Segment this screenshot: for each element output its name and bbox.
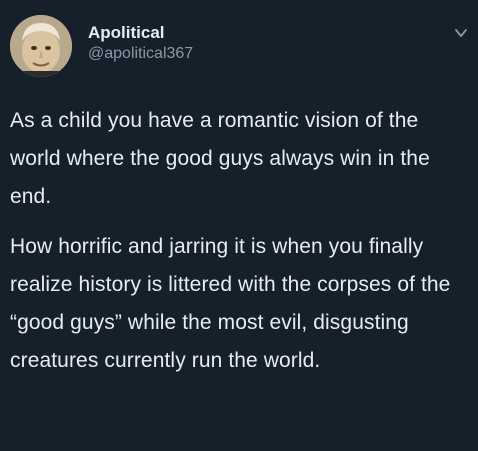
author-names: Apolitical @apolitical367 — [88, 22, 193, 64]
tweet-header: Apolitical @apolitical367 — [10, 12, 468, 80]
tweet-body: As a child you have a romantic vision of… — [10, 102, 468, 380]
tweet-card: Apolitical @apolitical367 As a child you… — [0, 0, 478, 451]
chevron-down-icon[interactable] — [454, 26, 468, 40]
tweet-paragraph: As a child you have a romantic vision of… — [10, 109, 430, 208]
avatar-portrait-icon — [10, 15, 72, 77]
author-display-name[interactable]: Apolitical — [88, 22, 193, 44]
tweet-paragraph: How horrific and jarring it is when you … — [10, 235, 451, 372]
author-handle[interactable]: @apolitical367 — [88, 44, 193, 64]
avatar[interactable] — [10, 15, 72, 77]
